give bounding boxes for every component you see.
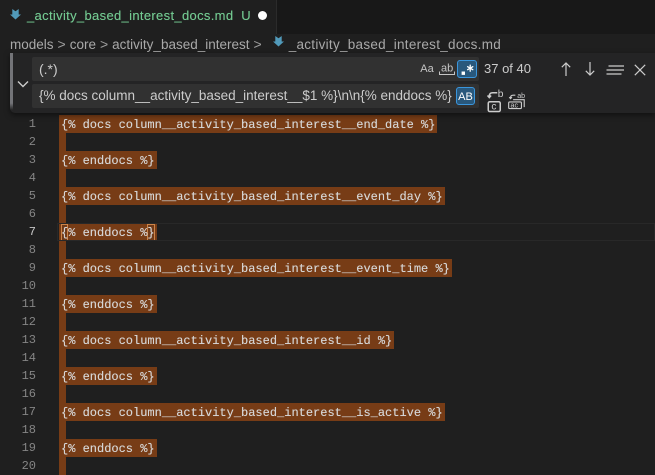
svg-text:ac: ac [511, 101, 519, 109]
svg-text:ab: ab [517, 92, 525, 100]
svg-text:c: c [491, 101, 496, 112]
svg-text:ab: ab [441, 63, 453, 75]
svg-text:b: b [498, 89, 504, 100]
